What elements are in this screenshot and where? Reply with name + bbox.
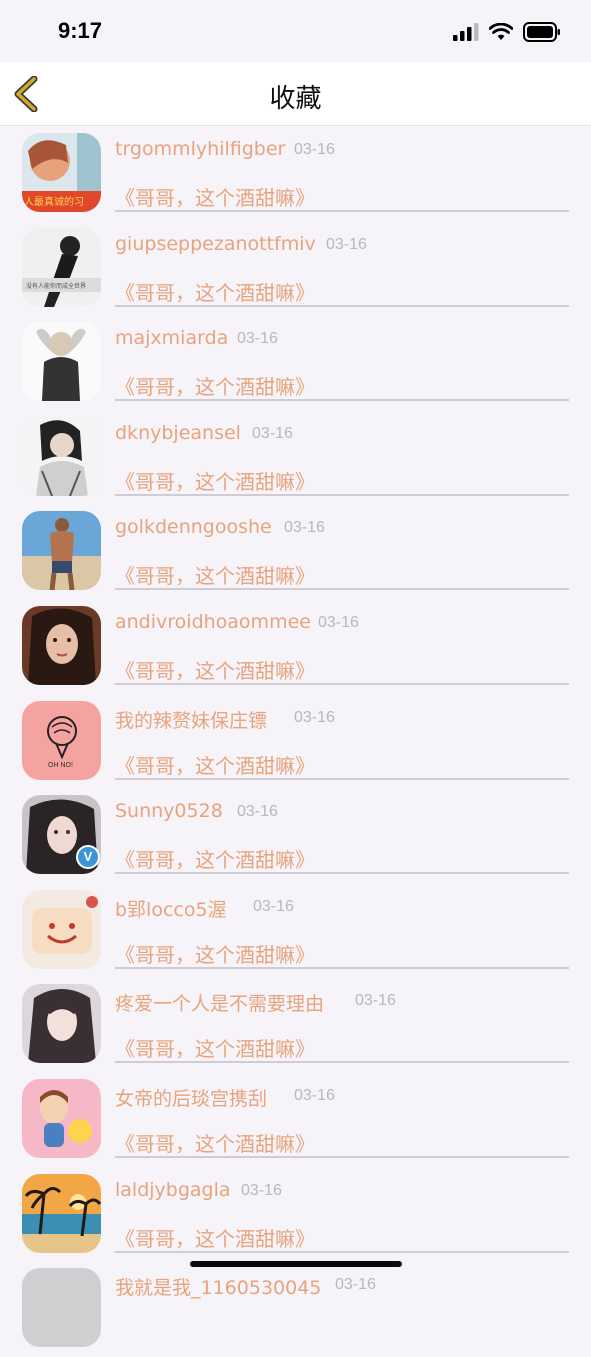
quote-title[interactable]: 《哥哥，这个酒甜嘛》 [115,1128,315,1157]
quote-title[interactable]: 《哥哥，这个酒甜嘛》 [115,277,315,306]
page-title: 收藏 [269,84,322,114]
nav-bar: 收藏 [0,62,591,126]
date: 03-16 [355,992,396,1010]
avatar[interactable] [22,605,101,685]
date: 03-16 [294,141,335,158]
divider [115,682,569,685]
battery-icon [523,22,560,42]
username[interactable]: 疼爱一个人是不需要理由 [115,989,324,1016]
avatar[interactable] [22,416,101,496]
date: 03-16 [294,1086,335,1104]
username[interactable]: b郢locco5渥 [115,895,227,922]
username[interactable]: 我就是我_1160530045 [115,1273,321,1300]
divider [115,493,569,496]
avatar[interactable] [22,1173,101,1253]
list-item[interactable]: 疼爱一个人是不需要理由 03-16 《哥哥，这个酒甜嘛》 [0,978,591,1073]
wifi-icon [489,23,513,40]
status-icons [453,22,561,42]
signal-icon [453,23,479,41]
avatar[interactable]: 没有人能你而成全世界 [22,227,101,307]
avatar[interactable] [22,984,101,1064]
list-item[interactable]: golkdenngooshe 03-16 《哥哥，这个酒甜嘛》 [0,505,591,600]
username[interactable]: laldjybgagla [115,1179,231,1201]
divider [115,588,569,591]
username[interactable]: golkdenngooshe [115,516,272,538]
date: 03-16 [237,330,278,348]
quote-title[interactable]: 《哥哥，这个酒甜嘛》 [115,560,315,589]
date: 03-16 [284,519,325,537]
divider [115,777,569,780]
avatar[interactable]: 人最真诚的习 [22,133,101,212]
quote-title[interactable]: 《哥哥，这个酒甜嘛》 [115,466,315,495]
avatar[interactable] [22,322,101,402]
quote-title[interactable]: 《哥哥，这个酒甜嘛》 [115,750,315,779]
date: 03-16 [237,803,278,821]
home-indicator [190,1261,402,1267]
list-item[interactable]: b郢locco5渥 03-16 《哥哥，这个酒甜嘛》 [0,884,591,979]
username[interactable]: giupseppezanottfmiv [115,233,316,255]
divider [115,872,569,875]
favorites-list: 人最真诚的习 trgommlyhilfigber 03-16 《哥哥，这个酒甜嘛… [0,127,591,1357]
list-item[interactable]: dknybjeansel 03-16 《哥哥，这个酒甜嘛》 [0,411,591,506]
quote-title[interactable]: 《哥哥，这个酒甜嘛》 [115,844,315,873]
quote-title[interactable]: 《哥哥，这个酒甜嘛》 [115,182,315,211]
quote-title[interactable]: 《哥哥，这个酒甜嘛》 [115,1033,315,1062]
divider [115,210,569,212]
divider [115,966,569,969]
date: 03-16 [253,897,294,915]
list-item[interactable]: V Sunny0528 03-16 《哥哥，这个酒甜嘛》 [0,789,591,884]
avatar[interactable] [22,1078,101,1158]
list-item[interactable]: 女帝的后琰宫携刮 03-16 《哥哥，这个酒甜嘛》 [0,1073,591,1168]
list-item[interactable]: majxmiarda 03-16 《哥哥，这个酒甜嘛》 [0,316,591,411]
date: 03-16 [241,1181,282,1199]
divider [115,1250,569,1253]
list-item[interactable]: OH NO! 我的辣赘妹保庄镖 03-16 《哥哥，这个酒甜嘛》 [0,695,591,790]
list-item[interactable]: 我就是我_1160530045 03-16 [0,1262,591,1357]
avatar[interactable] [22,889,101,969]
date: 03-16 [318,613,359,631]
date: 03-16 [294,708,335,726]
divider [115,1061,569,1064]
quote-title[interactable]: 《哥哥，这个酒甜嘛》 [115,371,315,400]
avatar[interactable] [22,511,101,591]
verified-badge: V [76,845,100,870]
username[interactable]: Sunny0528 [115,800,223,822]
svg-text:人最真诚的习: 人最真诚的习 [24,195,84,208]
divider [115,1155,569,1158]
list-item[interactable]: 没有人能你而成全世界 giupseppezanottfmiv 03-16 《哥哥… [0,222,591,317]
quote-title[interactable]: 《哥哥，这个酒甜嘛》 [115,1223,315,1252]
divider [115,399,569,402]
list-item[interactable]: 人最真诚的习 trgommlyhilfigber 03-16 《哥哥，这个酒甜嘛… [0,127,591,222]
date: 03-16 [326,235,367,253]
quote-title[interactable]: 《哥哥，这个酒甜嘛》 [115,655,315,684]
username[interactable]: majxmiarda [115,327,228,349]
date: 03-16 [335,1276,376,1294]
date: 03-16 [252,424,293,442]
username[interactable]: 女帝的后琰宫携刮 [115,1084,267,1111]
status-time: 9:17 [58,18,103,43]
avatar[interactable]: OH NO! [22,700,101,780]
status-bar: 9:17 [0,0,591,62]
username[interactable]: trgommlyhilfigber [115,138,285,160]
username[interactable]: 我的辣赘妹保庄镖 [115,706,267,733]
divider [115,304,569,307]
quote-title[interactable]: 《哥哥，这个酒甜嘛》 [115,939,315,968]
svg-text:OH NO!: OH NO! [48,762,73,769]
username[interactable]: dknybjeansel [115,422,241,444]
username[interactable]: andivroidhoaommee [115,611,311,633]
svg-text:没有人能你而成全世界: 没有人能你而成全世界 [26,282,86,290]
list-item[interactable]: andivroidhoaommee 03-16 《哥哥，这个酒甜嘛》 [0,600,591,695]
list-item[interactable]: laldjybgagla 03-16 《哥哥，这个酒甜嘛》 [0,1168,591,1263]
